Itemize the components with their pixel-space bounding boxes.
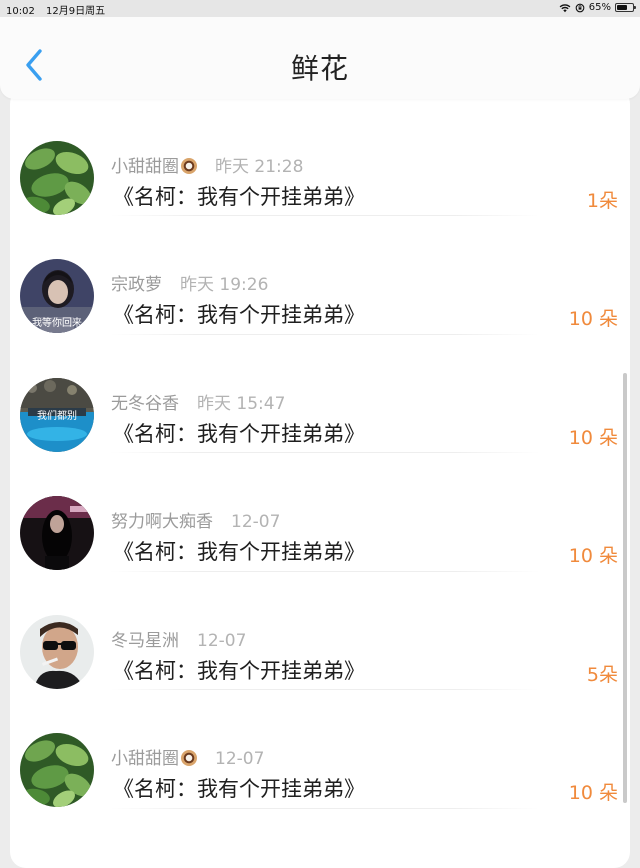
orientation-lock-icon [575,3,585,12]
book-title: 《名柯：我有个开挂弟弟》 [113,658,365,683]
battery-level [617,5,627,10]
sender-meta: 无冬谷香 昨天 15:47 [111,389,285,414]
flower-list-item[interactable]: 我们都别 无冬谷香 昨天 15:47 《名柯：我有个开挂弟弟》 10 朵 [10,335,630,453]
flower-list-item[interactable]: 小甜甜圈 昨天 21:28 《名柯：我有个开挂弟弟》 1朵 [10,98,630,216]
flower-count: 10 朵 [568,308,618,330]
book-title: 《名柯：我有个开挂弟弟》 [113,777,365,801]
battery-percent: 65% [588,2,611,13]
book-title: 《名柯：我有个开挂弟弟》 [113,303,365,327]
doughnut-icon [181,750,197,766]
book-title: 《名柯：我有个开挂弟弟》 [113,540,365,564]
flower-list-item[interactable]: 冬马星洲 12-07 《名柯：我有个开挂弟弟》 5朵 [10,572,630,690]
avatar[interactable] [20,614,94,689]
avatar[interactable]: 我们都别 [20,377,94,452]
flower-count: 5朵 [586,663,618,686]
sender-name[interactable]: 冬马星洲 [111,631,179,651]
send-time: 昨天 15:47 [197,393,286,414]
book-title: 《名柯：我有个开挂弟弟》 [113,184,365,209]
flower-count: 10 朵 [568,782,618,804]
flower-list-item[interactable]: 小甜甜圈 12-07 《名柯：我有个开挂弟弟》 10 朵 [10,690,630,809]
flower-count: 10 朵 [568,426,618,449]
flower-count: 10 朵 [568,545,618,567]
page-title: 鲜花 [290,52,349,85]
send-time: 12-07 [197,630,247,651]
flower-list: 《名柯：我有个开挂弟弟》 小甜甜圈昨天 21:28《名柯：我有个开挂弟弟》1朵 … [10,88,630,809]
flower-count: 1朵 [586,189,618,212]
status-bar: 10:02 12月9日周五 65% [0,0,640,17]
avatar[interactable] [20,496,94,570]
flower-list-item[interactable]: 努力啊大痴香 12-07 《名柯：我有个开挂弟弟》 10 朵 [10,453,630,572]
sender-meta: 小甜甜圈 昨天 21:28 [111,152,303,177]
send-time: 12-07 [231,512,281,532]
sender-name[interactable]: 小甜甜圈 [111,749,179,769]
battery-icon [615,3,636,12]
status-time: 10:02 [6,6,35,17]
send-time: 12-07 [215,749,265,769]
doughnut-icon [181,157,197,174]
divider [110,807,540,809]
flower-list-item[interactable]: 我等你回来 宗政萝 昨天 19:26 《名柯：我有个开挂弟弟》 10 朵 [10,216,630,335]
status-date: 12月9日周五 [46,6,106,17]
avatar[interactable] [20,733,94,807]
sender-name[interactable]: 小甜甜圈 [111,157,179,177]
navigation-bar: 鲜花 [0,17,640,99]
sender-name[interactable]: 宗政萝 [111,275,162,295]
sender-name[interactable]: 无冬谷香 [111,394,179,414]
sender-meta: 小甜甜圈 12-07 [111,744,264,769]
avatar-caption: 我们都别 [37,410,77,422]
avatar-caption: 我等你回来 [32,318,82,329]
send-time: 昨天 19:26 [180,275,269,295]
sender-meta: 努力啊大痴香 12-07 [111,507,280,532]
sender-meta: 冬马星洲 12-07 [111,626,246,651]
sender-name[interactable]: 努力啊大痴香 [111,512,213,532]
flower-list-panel: 《名柯：我有个开挂弟弟》 小甜甜圈昨天 21:28《名柯：我有个开挂弟弟》1朵 … [10,88,630,868]
wifi-icon [559,3,571,12]
book-title: 《名柯：我有个开挂弟弟》 [113,421,365,446]
sender-meta: 宗政萝 昨天 19:26 [111,270,268,295]
avatar[interactable] [20,140,94,215]
scrollbar[interactable] [623,373,627,803]
avatar[interactable]: 我等你回来 [20,259,94,333]
send-time: 昨天 21:28 [215,156,304,177]
